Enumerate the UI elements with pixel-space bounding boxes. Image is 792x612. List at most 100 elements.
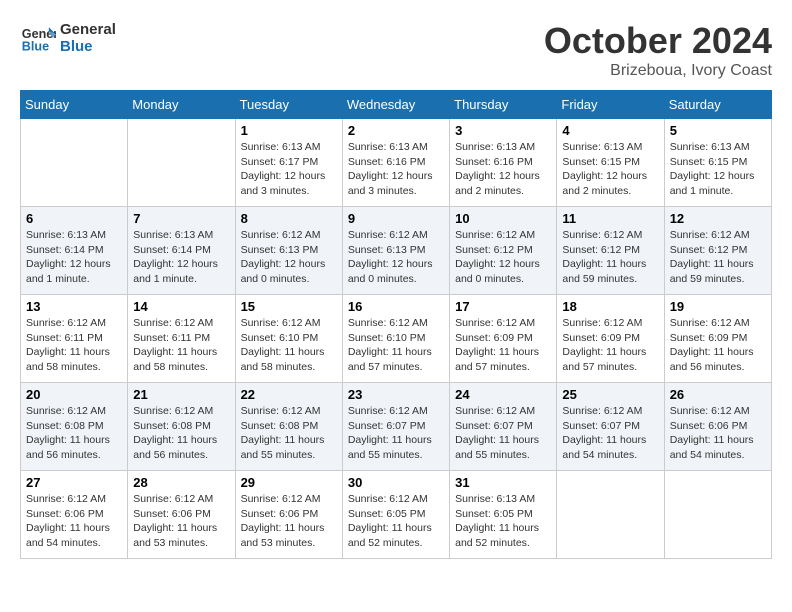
day-cell: 10 Sunrise: 6:12 AM Sunset: 6:12 PM Dayli… — [450, 207, 557, 295]
day-number: 24 — [455, 387, 551, 402]
week-row-2: 6 Sunrise: 6:13 AM Sunset: 6:14 PM Daylig… — [21, 207, 772, 295]
day-info: Sunrise: 6:13 AM Sunset: 6:05 PM Dayligh… — [455, 492, 551, 551]
day-info: Sunrise: 6:12 AM Sunset: 6:07 PM Dayligh… — [348, 404, 444, 463]
day-cell: 23 Sunrise: 6:12 AM Sunset: 6:07 PM Dayli… — [342, 383, 449, 471]
day-number: 29 — [241, 475, 337, 490]
day-info: Sunrise: 6:13 AM Sunset: 6:15 PM Dayligh… — [562, 140, 658, 199]
day-info: Sunrise: 6:12 AM Sunset: 6:06 PM Dayligh… — [26, 492, 122, 551]
day-info: Sunrise: 6:12 AM Sunset: 6:11 PM Dayligh… — [133, 316, 229, 375]
col-header-friday: Friday — [557, 91, 664, 119]
day-cell: 31 Sunrise: 6:13 AM Sunset: 6:05 PM Dayli… — [450, 471, 557, 559]
day-number: 2 — [348, 123, 444, 138]
day-info: Sunrise: 6:13 AM Sunset: 6:16 PM Dayligh… — [455, 140, 551, 199]
day-cell: 4 Sunrise: 6:13 AM Sunset: 6:15 PM Daylig… — [557, 119, 664, 207]
day-info: Sunrise: 6:12 AM Sunset: 6:12 PM Dayligh… — [670, 228, 766, 287]
day-cell: 30 Sunrise: 6:12 AM Sunset: 6:05 PM Dayli… — [342, 471, 449, 559]
day-cell: 12 Sunrise: 6:12 AM Sunset: 6:12 PM Dayli… — [664, 207, 771, 295]
day-cell: 28 Sunrise: 6:12 AM Sunset: 6:06 PM Dayli… — [128, 471, 235, 559]
day-info: Sunrise: 6:12 AM Sunset: 6:12 PM Dayligh… — [562, 228, 658, 287]
col-header-monday: Monday — [128, 91, 235, 119]
day-cell — [557, 471, 664, 559]
day-number: 30 — [348, 475, 444, 490]
day-info: Sunrise: 6:12 AM Sunset: 6:08 PM Dayligh… — [241, 404, 337, 463]
day-number: 26 — [670, 387, 766, 402]
day-info: Sunrise: 6:12 AM Sunset: 6:05 PM Dayligh… — [348, 492, 444, 551]
col-header-wednesday: Wednesday — [342, 91, 449, 119]
day-cell: 5 Sunrise: 6:13 AM Sunset: 6:15 PM Daylig… — [664, 119, 771, 207]
day-number: 13 — [26, 299, 122, 314]
day-number: 10 — [455, 211, 551, 226]
day-cell: 16 Sunrise: 6:12 AM Sunset: 6:10 PM Dayli… — [342, 295, 449, 383]
day-cell: 27 Sunrise: 6:12 AM Sunset: 6:06 PM Dayli… — [21, 471, 128, 559]
day-info: Sunrise: 6:12 AM Sunset: 6:09 PM Dayligh… — [455, 316, 551, 375]
day-number: 19 — [670, 299, 766, 314]
day-number: 15 — [241, 299, 337, 314]
day-number: 21 — [133, 387, 229, 402]
day-cell: 26 Sunrise: 6:12 AM Sunset: 6:06 PM Dayli… — [664, 383, 771, 471]
col-header-thursday: Thursday — [450, 91, 557, 119]
day-cell — [664, 471, 771, 559]
day-number: 28 — [133, 475, 229, 490]
day-info: Sunrise: 6:12 AM Sunset: 6:08 PM Dayligh… — [26, 404, 122, 463]
day-info: Sunrise: 6:13 AM Sunset: 6:15 PM Dayligh… — [670, 140, 766, 199]
day-cell: 11 Sunrise: 6:12 AM Sunset: 6:12 PM Dayli… — [557, 207, 664, 295]
day-info: Sunrise: 6:12 AM Sunset: 6:10 PM Dayligh… — [241, 316, 337, 375]
day-cell: 20 Sunrise: 6:12 AM Sunset: 6:08 PM Dayli… — [21, 383, 128, 471]
header-row: SundayMondayTuesdayWednesdayThursdayFrid… — [21, 91, 772, 119]
logo-general: General — [60, 21, 116, 38]
day-number: 20 — [26, 387, 122, 402]
day-info: Sunrise: 6:12 AM Sunset: 6:11 PM Dayligh… — [26, 316, 122, 375]
day-number: 11 — [562, 211, 658, 226]
day-cell: 2Sunrise: 6:13 AM Sunset: 6:16 PM Daylig… — [342, 119, 449, 207]
day-cell: 18Sunrise: 6:12 AM Sunset: 6:09 PM Dayli… — [557, 295, 664, 383]
logo-blue: Blue — [60, 38, 116, 55]
day-info: Sunrise: 6:12 AM Sunset: 6:06 PM Dayligh… — [133, 492, 229, 551]
day-number: 8 — [241, 211, 337, 226]
day-info: Sunrise: 6:12 AM Sunset: 6:12 PM Dayligh… — [455, 228, 551, 287]
day-cell: 19 Sunrise: 6:12 AM Sunset: 6:09 PM Dayli… — [664, 295, 771, 383]
day-cell: 1Sunrise: 6:13 AM Sunset: 6:17 PM Daylig… — [235, 119, 342, 207]
week-row-4: 20 Sunrise: 6:12 AM Sunset: 6:08 PM Dayli… — [21, 383, 772, 471]
location-subtitle: Brizeboua, Ivory Coast — [544, 62, 772, 80]
calendar-table: SundayMondayTuesdayWednesdayThursdayFrid… — [20, 90, 772, 559]
col-header-sunday: Sunday — [21, 91, 128, 119]
day-cell: 14 Sunrise: 6:12 AM Sunset: 6:11 PM Dayli… — [128, 295, 235, 383]
logo: General Blue General Blue — [20, 20, 116, 56]
day-number: 16 — [348, 299, 444, 314]
day-number: 25 — [562, 387, 658, 402]
day-cell: 3 Sunrise: 6:13 AM Sunset: 6:16 PM Daylig… — [450, 119, 557, 207]
day-info: Sunrise: 6:13 AM Sunset: 6:17 PM Dayligh… — [241, 140, 337, 199]
title-area: October 2024 Brizeboua, Ivory Coast — [544, 20, 772, 80]
day-number: 5 — [670, 123, 766, 138]
day-number: 14 — [133, 299, 229, 314]
week-row-1: 1Sunrise: 6:13 AM Sunset: 6:17 PM Daylig… — [21, 119, 772, 207]
day-number: 12 — [670, 211, 766, 226]
day-number: 23 — [348, 387, 444, 402]
day-number: 31 — [455, 475, 551, 490]
day-cell: 7Sunrise: 6:13 AM Sunset: 6:14 PM Daylig… — [128, 207, 235, 295]
day-number: 6 — [26, 211, 122, 226]
col-header-saturday: Saturday — [664, 91, 771, 119]
day-number: 22 — [241, 387, 337, 402]
day-info: Sunrise: 6:13 AM Sunset: 6:14 PM Dayligh… — [26, 228, 122, 287]
day-info: Sunrise: 6:12 AM Sunset: 6:13 PM Dayligh… — [348, 228, 444, 287]
day-info: Sunrise: 6:12 AM Sunset: 6:10 PM Dayligh… — [348, 316, 444, 375]
day-number: 4 — [562, 123, 658, 138]
day-cell: 9Sunrise: 6:12 AM Sunset: 6:13 PM Daylig… — [342, 207, 449, 295]
day-info: Sunrise: 6:12 AM Sunset: 6:09 PM Dayligh… — [670, 316, 766, 375]
day-number: 27 — [26, 475, 122, 490]
logo-icon: General Blue — [20, 20, 56, 56]
svg-text:Blue: Blue — [22, 40, 49, 54]
day-cell: 22 Sunrise: 6:12 AM Sunset: 6:08 PM Dayli… — [235, 383, 342, 471]
day-cell: 29 Sunrise: 6:12 AM Sunset: 6:06 PM Dayli… — [235, 471, 342, 559]
week-row-5: 27 Sunrise: 6:12 AM Sunset: 6:06 PM Dayli… — [21, 471, 772, 559]
day-info: Sunrise: 6:12 AM Sunset: 6:07 PM Dayligh… — [455, 404, 551, 463]
month-title: October 2024 — [544, 20, 772, 62]
day-info: Sunrise: 6:12 AM Sunset: 6:06 PM Dayligh… — [670, 404, 766, 463]
day-info: Sunrise: 6:13 AM Sunset: 6:14 PM Dayligh… — [133, 228, 229, 287]
day-cell: 24 Sunrise: 6:12 AM Sunset: 6:07 PM Dayli… — [450, 383, 557, 471]
day-number: 18 — [562, 299, 658, 314]
day-number: 3 — [455, 123, 551, 138]
day-info: Sunrise: 6:12 AM Sunset: 6:06 PM Dayligh… — [241, 492, 337, 551]
day-cell: 6 Sunrise: 6:13 AM Sunset: 6:14 PM Daylig… — [21, 207, 128, 295]
